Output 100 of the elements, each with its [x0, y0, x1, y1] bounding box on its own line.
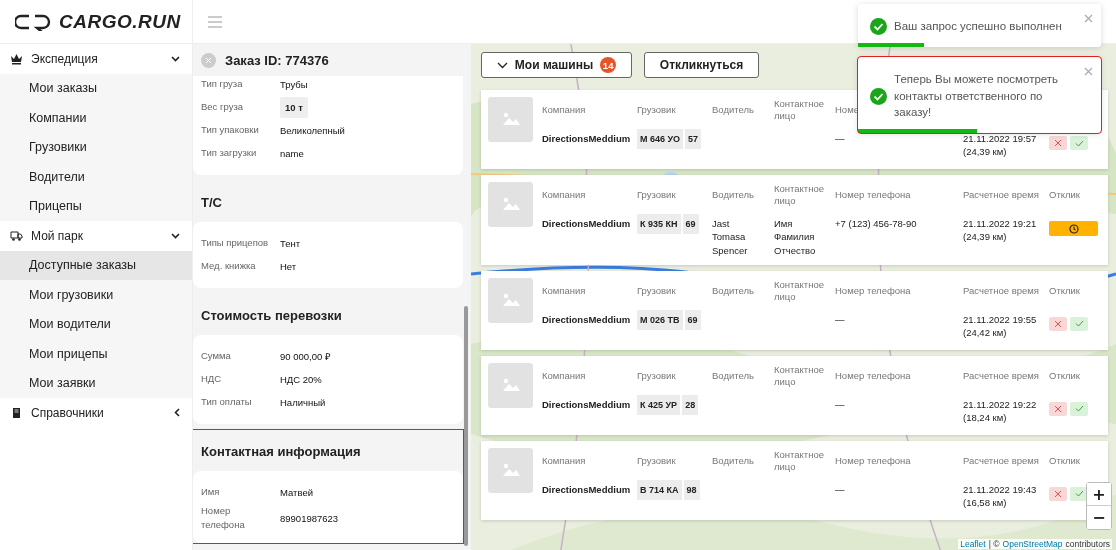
order-title: Заказ ID: 774376	[225, 52, 329, 68]
sidebar-item[interactable]: Мои заказы	[0, 73, 192, 103]
sidebar-item[interactable]: Мои водители	[0, 309, 192, 339]
image-placeholder-icon	[488, 277, 533, 323]
check-icon	[1074, 405, 1084, 413]
field-value: Великолепный	[280, 125, 345, 136]
column-label: Компания	[542, 283, 586, 298]
check-icon	[1074, 320, 1084, 328]
arrival-time: 21.11.2022 19:43	[963, 482, 1037, 497]
plate-number: М 026 ТВ	[637, 309, 683, 330]
distance: (16,58 км)	[963, 496, 1007, 510]
field-label: Номер телефона	[201, 504, 246, 533]
logo-icon	[15, 12, 51, 31]
close-icon	[1054, 319, 1062, 328]
sidebar-item[interactable]: Мои грузовики	[0, 280, 192, 310]
zoom-in-button[interactable]: +	[1087, 483, 1111, 506]
column-label: Расчетное время	[963, 368, 1039, 383]
driver-name: Jast Tomasa Spencer	[712, 217, 749, 257]
column-label: Грузовик	[637, 283, 676, 298]
company-name: DirectionsMeddium	[542, 312, 631, 327]
column-label: Номер телефона	[835, 187, 911, 202]
group-label: Мой парк	[31, 228, 84, 243]
column-label: Контактное лицо	[774, 362, 826, 389]
plate-number: М 646 УО	[637, 129, 683, 149]
column-label: Водитель	[712, 368, 754, 383]
image-placeholder-icon	[488, 182, 533, 227]
close-icon[interactable]	[1084, 67, 1093, 76]
menu-icon[interactable]	[208, 15, 222, 28]
field-value: Наличный	[280, 397, 326, 408]
decline-button[interactable]	[1049, 136, 1067, 150]
toast-message: Ваш запрос успешно выполнен	[894, 19, 1063, 35]
column-label: Контактное лицо	[774, 447, 826, 474]
close-icon	[1054, 489, 1062, 498]
leaflet-link[interactable]: Leaflet	[960, 539, 986, 549]
field-label: Вес груза	[201, 100, 245, 115]
toolbar-button[interactable]: Откликнуться	[644, 52, 759, 78]
close-icon	[1054, 404, 1062, 413]
column-label: Компания	[542, 453, 586, 468]
close-icon[interactable]	[1084, 14, 1093, 23]
field-label: Типы прицепов	[201, 236, 270, 251]
chevron-down-icon	[171, 232, 180, 239]
region-code: 69	[682, 214, 699, 234]
column-label: Номер телефона	[835, 283, 911, 298]
field-label: Тип оплаты	[201, 395, 253, 410]
company-name: DirectionsMeddium	[542, 482, 631, 497]
column-label: Расчетное время	[963, 187, 1039, 202]
accept-button[interactable]	[1070, 136, 1088, 150]
sidebar-item[interactable]: Доступные заказы	[0, 250, 192, 280]
company-name: DirectionsMeddium	[542, 397, 631, 412]
column-label: Грузовик	[637, 368, 676, 383]
section-title: Контактная информация	[200, 443, 362, 461]
decline-button[interactable]	[1049, 401, 1067, 416]
openstreetmap-link[interactable]: OpenStreetMap	[1002, 539, 1063, 549]
truck-icon	[10, 229, 23, 242]
column-label: Расчетное время	[963, 453, 1039, 468]
field-value: Трубы	[280, 79, 308, 90]
decline-button[interactable]	[1049, 316, 1067, 331]
distance: (24,42 км)	[963, 326, 1007, 340]
toolbar-button[interactable]: Мои машины 14	[481, 52, 632, 78]
column-label: Грузовик	[637, 187, 676, 202]
decline-button[interactable]	[1049, 486, 1067, 501]
plate-number: К 425 УР	[637, 394, 681, 415]
contact-name: Имя Фамилия Отчество	[774, 217, 817, 257]
accept-button[interactable]	[1070, 316, 1088, 331]
sidebar-item[interactable]: Прицепы	[0, 191, 192, 221]
distance: (24,39 км)	[963, 145, 1007, 159]
phone-number: —	[835, 397, 845, 412]
close-icon[interactable]	[201, 52, 216, 68]
pending-button[interactable]	[1049, 221, 1098, 236]
crown-icon	[10, 52, 23, 65]
phone-number: —	[835, 132, 845, 146]
section-title: Стоимость перевозки	[200, 307, 343, 325]
check-icon	[1074, 139, 1084, 147]
accept-button[interactable]	[1070, 401, 1088, 416]
field-value: Тент	[280, 238, 301, 249]
image-placeholder-icon	[488, 447, 533, 493]
field-value: 89901987623	[280, 512, 339, 524]
sidebar-item[interactable]: Мои прицепы	[0, 339, 192, 369]
image-placeholder-icon	[488, 97, 533, 142]
region-code: 69	[684, 309, 701, 330]
clock-icon	[1068, 223, 1079, 234]
scrollbar[interactable]	[464, 306, 468, 546]
sidebar-group[interactable]: Справочники	[0, 398, 192, 428]
field-label: Тип груза	[201, 77, 244, 92]
sidebar-item[interactable]: Водители	[0, 162, 192, 192]
column-label: Компания	[542, 187, 586, 202]
sidebar-item[interactable]: Грузовики	[0, 132, 192, 162]
sidebar-item[interactable]: Компании	[0, 103, 192, 133]
column-label: Грузовик	[637, 453, 676, 468]
column-label: Водитель	[712, 102, 754, 117]
success-icon	[870, 87, 887, 105]
image-placeholder-icon	[488, 362, 533, 408]
field-value: Нет	[280, 261, 297, 272]
attribution-text: | ©	[988, 539, 1000, 549]
column-label: Компания	[542, 102, 586, 117]
sidebar-item[interactable]: Мои заявки	[0, 368, 192, 398]
sidebar-group[interactable]: Мой парк	[0, 221, 192, 251]
arrival-time: 21.11.2022 19:55	[963, 312, 1037, 327]
chevron-down-icon	[171, 55, 180, 62]
sidebar-group[interactable]: Экспедиция	[0, 44, 192, 74]
